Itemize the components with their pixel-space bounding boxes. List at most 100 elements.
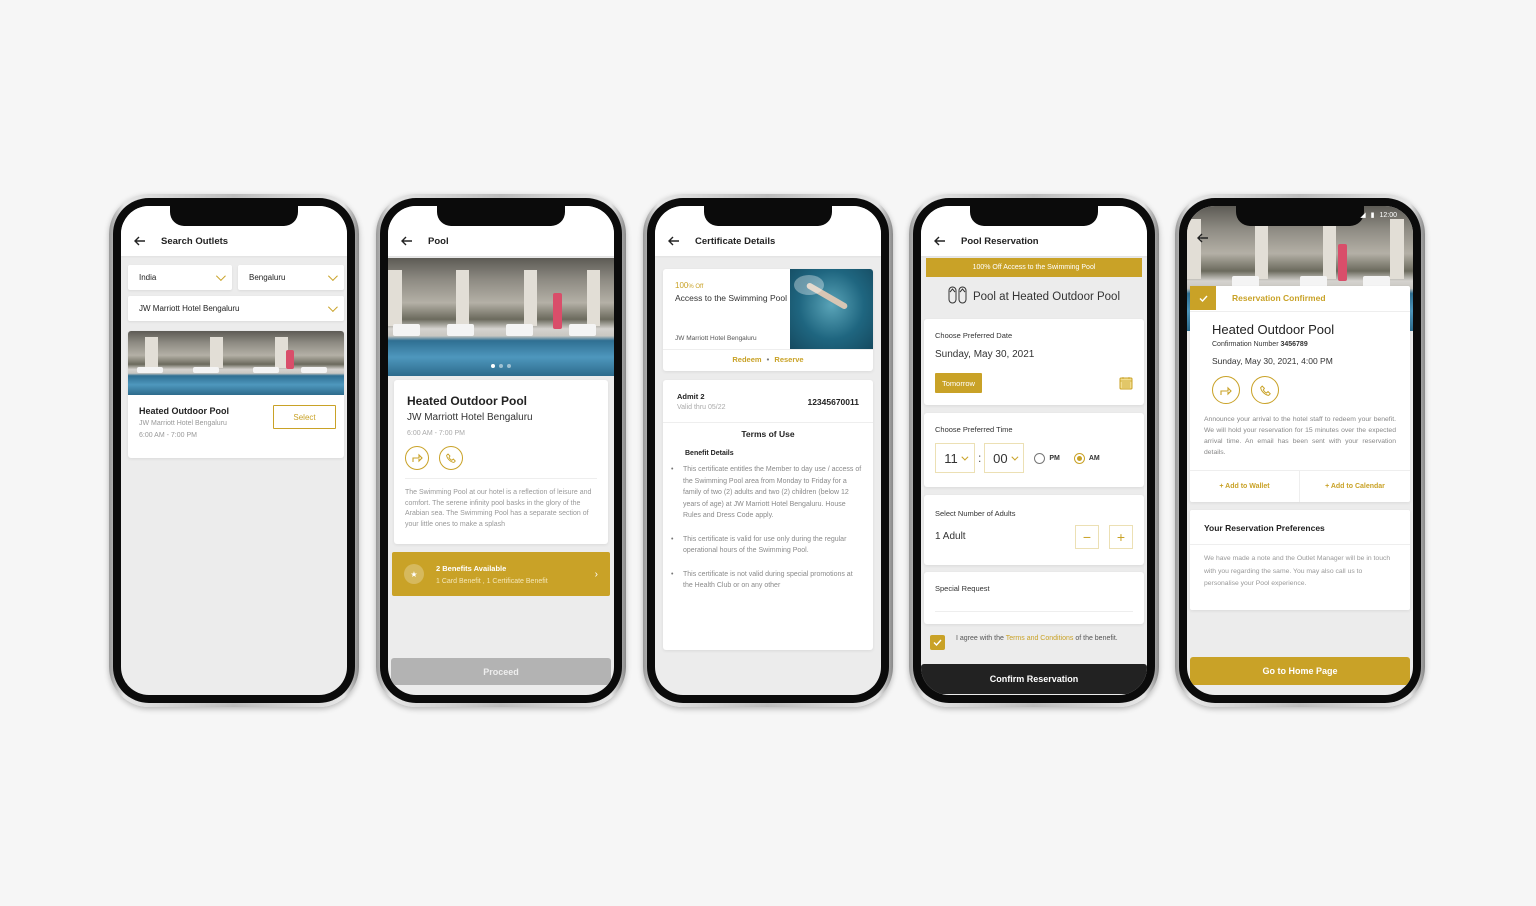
terms-list: This certificate entitles the Member to … [671,464,863,604]
page-title: Search Outlets [161,235,229,247]
status-bar: ◢ ▮ 12:00 [1360,211,1397,220]
country-dropdown[interactable]: India [128,265,232,290]
country-value: India [139,273,157,282]
reservation-datetime: Sunday, May 30, 2021, 4:00 PM [1212,356,1333,366]
terms-title: Terms of Use [741,429,795,439]
add-to-wallet-button[interactable]: + Add to Wallet [1190,470,1300,502]
outlet-name: Heated Outdoor Pool [407,394,527,408]
pool-image [128,331,344,395]
hour-select[interactable]: 11 [935,443,975,473]
admit-label: Admit 2 [677,392,705,401]
increment-button[interactable]: + [1109,525,1133,549]
terms-link[interactable]: Terms and Conditions [1006,635,1074,642]
reserve-link[interactable]: Reserve [774,355,803,364]
time-separator: : [978,451,982,465]
screen: Certificate Details 100% Off Access to t… [655,206,881,695]
adults-section: Select Number of Adults 1 Adult − + [924,495,1144,565]
notch [437,206,565,226]
status-time: 12:00 [1379,211,1397,219]
notch [970,206,1098,226]
battery-icon: ▮ [1370,212,1375,219]
benefits-banner[interactable]: ★ 2 Benefits Available 1 Card Benefit , … [392,552,610,596]
arrow-left-icon[interactable] [133,234,147,248]
proceed-button[interactable]: Proceed [391,658,611,685]
special-request-input[interactable] [935,598,1133,612]
outlet-name: Heated Outdoor Pool [139,406,229,416]
calendar-icon[interactable] [1119,376,1133,395]
confirmed-label: Reservation Confirmed [1232,293,1326,303]
chevron-right-icon: › [594,568,598,580]
hotel-dropdown[interactable]: JW Marriott Hotel Bengaluru [128,296,344,321]
flip-flops-icon [948,286,968,307]
time-label: Choose Preferred Time [935,425,1013,434]
agree-checkbox[interactable] [930,635,945,650]
phone-icon[interactable] [1251,376,1279,404]
minute-select[interactable]: 00 [984,443,1025,473]
certificate-card[interactable]: 100% Off Access to the Swimming Pool JW … [663,269,873,371]
arrow-left-icon[interactable] [1196,231,1210,245]
confirm-reservation-button[interactable]: Confirm Reservation [921,664,1147,694]
outlet-detail-card: Heated Outdoor Pool JW Marriott Hotel Be… [394,380,608,544]
confirmation-card: Reservation Confirmed Heated Outdoor Poo… [1190,286,1410,502]
am-radio[interactable]: AM [1073,452,1100,464]
chevron-down-icon [961,453,969,461]
minute-value: 00 [993,450,1008,466]
hotel-value: JW Marriott Hotel Bengaluru [139,304,240,313]
chevron-down-icon [327,271,338,282]
city-dropdown[interactable]: Bengaluru [238,265,344,290]
check-icon [1190,286,1216,310]
terms-item: This certificate is valid for use only d… [671,534,863,557]
screen: Pool Heated Outdoor Pool JW Marriott Hot… [388,206,614,695]
notch [704,206,832,226]
star-icon: ★ [404,564,424,584]
directions-icon[interactable] [1212,376,1240,404]
directions-icon[interactable] [405,446,429,470]
radio-icon [1034,452,1046,464]
terms-item: This certificate is not valid during spe… [671,569,863,592]
benefits-subtitle: 1 Card Benefit , 1 Certificate Benefit [436,577,548,585]
valid-thru: Valid thru 05/22 [677,404,726,411]
arrow-left-icon[interactable] [667,234,681,248]
special-request-section: Special Request [924,572,1144,624]
preferences-text: We have made a note and the Outlet Manag… [1204,555,1391,587]
city-value: Bengaluru [249,273,286,282]
pm-label: PM [1049,454,1060,462]
terms-subtitle: Benefit Details [685,450,734,457]
redeem-link[interactable]: Redeem [732,355,761,364]
special-request-label: Special Request [935,584,990,593]
select-button[interactable]: Select [273,405,336,429]
adults-value: 1 Adult [935,531,966,542]
am-label: AM [1088,454,1100,462]
arrival-note: Announce your arrival to the hotel staff… [1204,416,1396,456]
preferences-card: Your Reservation Preferences We have mad… [1190,510,1410,610]
separator: • [766,355,770,364]
offer-banner: 100% Off Access to the Swimming Pool [926,258,1142,277]
venue-title: Pool at Heated Outdoor Pool [972,290,1121,303]
phone-icon[interactable] [439,446,463,470]
outlet-hotel: JW Marriott Hotel Bengaluru [139,420,227,427]
outlet-card[interactable]: Heated Outdoor Pool JW Marriott Hotel Be… [128,331,344,458]
certificate-hotel: JW Marriott Hotel Bengaluru [675,335,757,342]
page-title: Pool Reservation [961,235,1039,247]
phone-search-outlets: Search Outlets India Bengaluru JW Marrio… [109,194,359,707]
go-home-button[interactable]: Go to Home Page [1190,657,1410,685]
arrow-left-icon[interactable] [400,234,414,248]
pm-radio[interactable]: PM [1034,452,1060,464]
arrow-left-icon[interactable] [933,234,947,248]
tomorrow-button[interactable]: Tomorrow [935,373,982,393]
chevron-down-icon [215,271,226,282]
screen: Pool Reservation 100% Off Access to the … [921,206,1147,695]
add-to-calendar-button[interactable]: + Add to Calendar [1300,470,1410,502]
decrement-button[interactable]: − [1075,525,1099,549]
confirmation-number: 3456789 [1280,341,1308,348]
pool-hero-image [388,258,614,376]
date-section: Choose Preferred Date Sunday, May 30, 20… [924,319,1144,405]
agree-text: I agree with the Terms and Conditions of… [956,635,1118,642]
confirmation-label: Confirmation Number [1212,341,1281,348]
outlet-hours: 6:00 AM - 7:00 PM [139,432,197,439]
time-section: Choose Preferred Time 11 : 00 PM AM [924,413,1144,487]
carousel-dots[interactable] [491,364,511,368]
chevron-down-icon [1010,453,1019,461]
certificate-number: 12345670011 [807,397,859,407]
swimmer-image [790,269,873,349]
